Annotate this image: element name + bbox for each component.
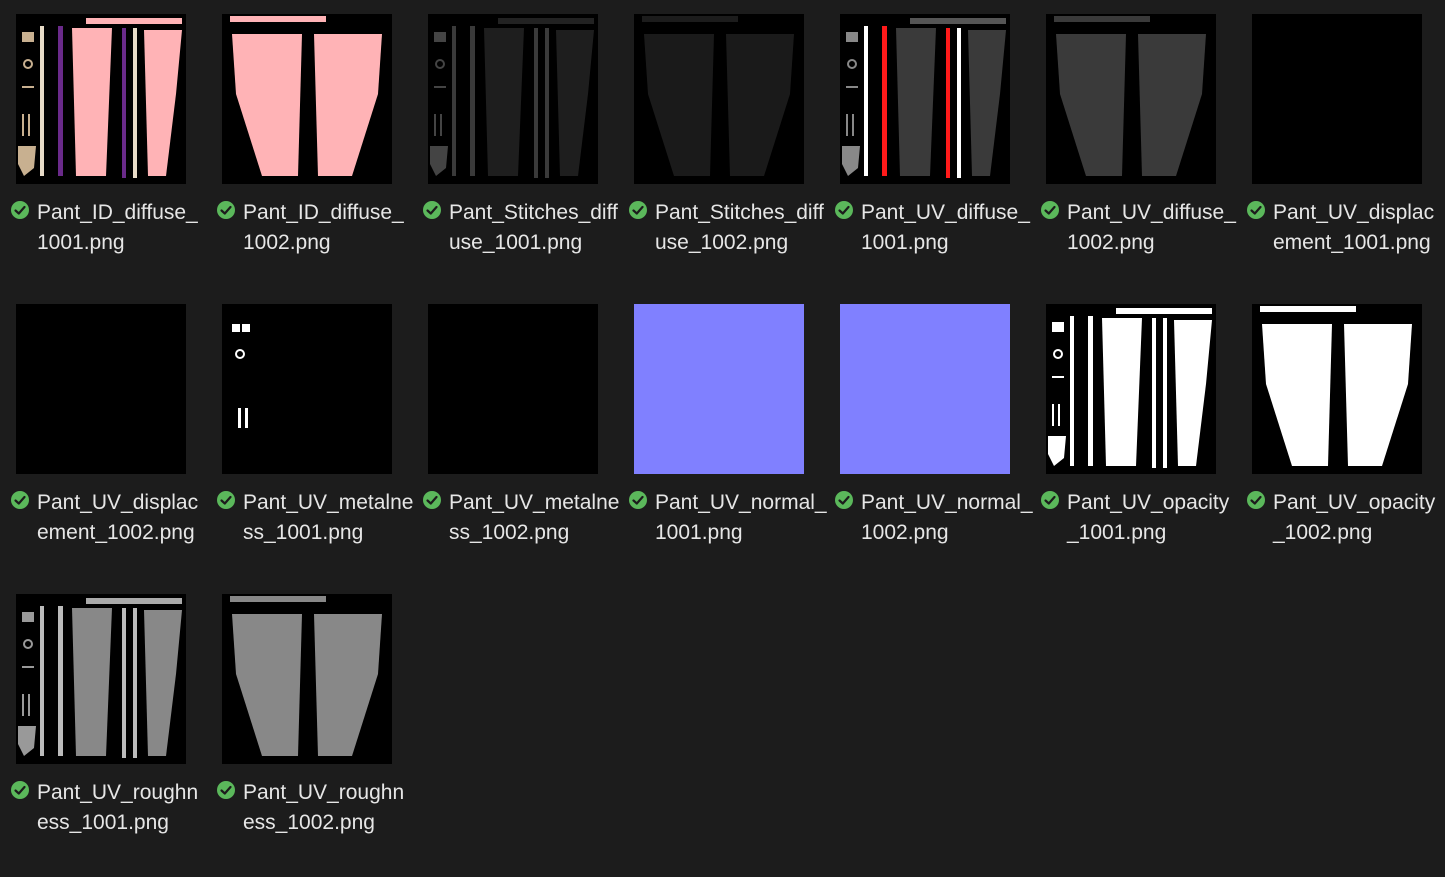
file-thumbnail[interactable]	[1046, 14, 1216, 184]
file-item[interactable]: Pant_ID_diffuse_​1002.png	[216, 12, 416, 297]
file-grid: Pant_ID_diffuse_​1001.png Pant_ID_diffus…	[0, 0, 1445, 853]
file-thumbnail[interactable]	[1046, 304, 1216, 474]
file-name[interactable]: Pant_UV_diffuse_1002.png	[1067, 198, 1239, 258]
file-item[interactable]: Pant_UV_roughness_1002.png	[216, 592, 416, 877]
file-thumbnail[interactable]	[1252, 14, 1422, 184]
synced-check-icon	[216, 780, 236, 800]
synced-check-icon	[628, 200, 648, 220]
synced-check-icon	[216, 490, 236, 510]
synced-check-icon	[10, 780, 30, 800]
file-thumbnail[interactable]	[1252, 304, 1422, 474]
file-thumbnail[interactable]	[634, 14, 804, 184]
synced-check-icon	[1246, 490, 1266, 510]
file-name[interactable]: Pant_Stitches_diffuse_1002.png	[655, 198, 827, 258]
synced-check-icon	[834, 490, 854, 510]
file-item[interactable]: Pant_UV_metalness_1001.png	[216, 302, 416, 587]
file-thumbnail[interactable]	[16, 14, 186, 184]
file-name[interactable]: Pant_UV_opacity_1002.png	[1273, 488, 1445, 548]
file-name[interactable]: Pant_ID_diffuse_​1001.png	[37, 198, 209, 258]
synced-check-icon	[422, 200, 442, 220]
file-name[interactable]: Pant_UV_displacement_1001.png	[1273, 198, 1445, 258]
file-thumbnail[interactable]	[222, 14, 392, 184]
file-thumbnail[interactable]	[428, 304, 598, 474]
file-item[interactable]: Pant_UV_displacement_1002.png	[10, 302, 210, 587]
file-item[interactable]: Pant_UV_metalness_1002.png	[422, 302, 622, 587]
synced-check-icon	[1246, 200, 1266, 220]
file-thumbnail[interactable]	[634, 304, 804, 474]
file-thumbnail[interactable]	[16, 594, 186, 764]
file-name[interactable]: Pant_UV_metalness_1002.png	[449, 488, 621, 548]
file-item[interactable]: Pant_UV_opacity_1002.png	[1246, 302, 1445, 587]
file-name[interactable]: Pant_UV_diffuse_1001.png	[861, 198, 1033, 258]
synced-check-icon	[1040, 490, 1060, 510]
file-name[interactable]: Pant_UV_displacement_1002.png	[37, 488, 209, 548]
file-name[interactable]: Pant_UV_normal_1002.png	[861, 488, 1033, 548]
synced-check-icon	[628, 490, 648, 510]
file-item[interactable]: Pant_UV_displacement_1001.png	[1246, 12, 1445, 297]
synced-check-icon	[834, 200, 854, 220]
file-item[interactable]: Pant_Stitches_diffuse_1002.png	[628, 12, 828, 297]
file-thumbnail[interactable]	[840, 304, 1010, 474]
file-item[interactable]: Pant_UV_normal_1002.png	[834, 302, 1034, 587]
file-item[interactable]: Pant_UV_diffuse_1001.png	[834, 12, 1034, 297]
file-item[interactable]: Pant_UV_opacity_1001.png	[1040, 302, 1240, 587]
file-name[interactable]: Pant_Stitches_diffuse_1001.png	[449, 198, 621, 258]
synced-check-icon	[422, 490, 442, 510]
file-thumbnail[interactable]	[16, 304, 186, 474]
file-thumbnail[interactable]	[222, 594, 392, 764]
file-name[interactable]: Pant_ID_diffuse_​1002.png	[243, 198, 415, 258]
synced-check-icon	[10, 490, 30, 510]
file-item[interactable]: Pant_UV_diffuse_1002.png	[1040, 12, 1240, 297]
file-name[interactable]: Pant_UV_roughness_1002.png	[243, 778, 415, 838]
synced-check-icon	[10, 200, 30, 220]
file-thumbnail[interactable]	[428, 14, 598, 184]
file-item[interactable]: Pant_Stitches_diffuse_1001.png	[422, 12, 622, 297]
file-item[interactable]: Pant_UV_normal_1001.png	[628, 302, 828, 587]
synced-check-icon	[216, 200, 236, 220]
file-thumbnail[interactable]	[840, 14, 1010, 184]
file-item[interactable]: Pant_ID_diffuse_​1001.png	[10, 12, 210, 297]
synced-check-icon	[1040, 200, 1060, 220]
file-name[interactable]: Pant_UV_opacity_1001.png	[1067, 488, 1239, 548]
file-item[interactable]: Pant_UV_roughness_1001.png	[10, 592, 210, 877]
file-name[interactable]: Pant_UV_roughness_1001.png	[37, 778, 209, 838]
file-name[interactable]: Pant_UV_normal_1001.png	[655, 488, 827, 548]
file-thumbnail[interactable]	[222, 304, 392, 474]
file-name[interactable]: Pant_UV_metalness_1001.png	[243, 488, 415, 548]
